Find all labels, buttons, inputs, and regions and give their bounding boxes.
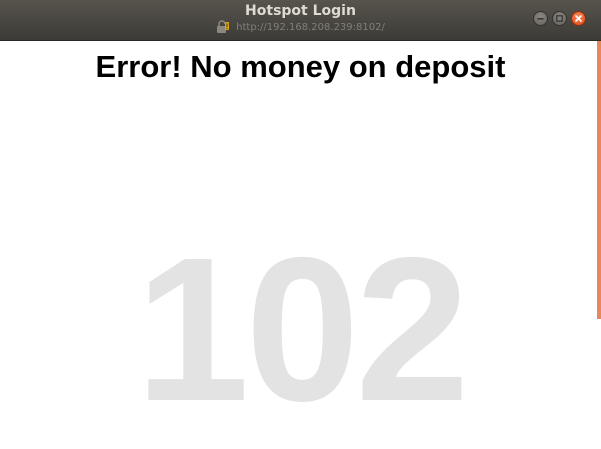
lock-icon[interactable]: [216, 20, 230, 34]
browser-window: Hotspot Login http://192.168.208.239:810…: [0, 0, 601, 449]
error-code: 102: [135, 215, 469, 444]
page-content: Error! No money on deposit 102: [0, 41, 601, 449]
window-title: Hotspot Login: [245, 3, 356, 19]
url-text: http://192.168.208.239:8102/: [236, 22, 385, 33]
scrollbar[interactable]: [597, 41, 601, 319]
maximize-icon[interactable]: [552, 11, 567, 26]
minimize-icon[interactable]: [533, 11, 548, 26]
url-row: http://192.168.208.239:8102/: [0, 20, 601, 36]
title-bar[interactable]: Hotspot Login http://192.168.208.239:810…: [0, 0, 601, 41]
error-heading: Error! No money on deposit: [95, 49, 506, 84]
close-icon[interactable]: [571, 11, 586, 26]
